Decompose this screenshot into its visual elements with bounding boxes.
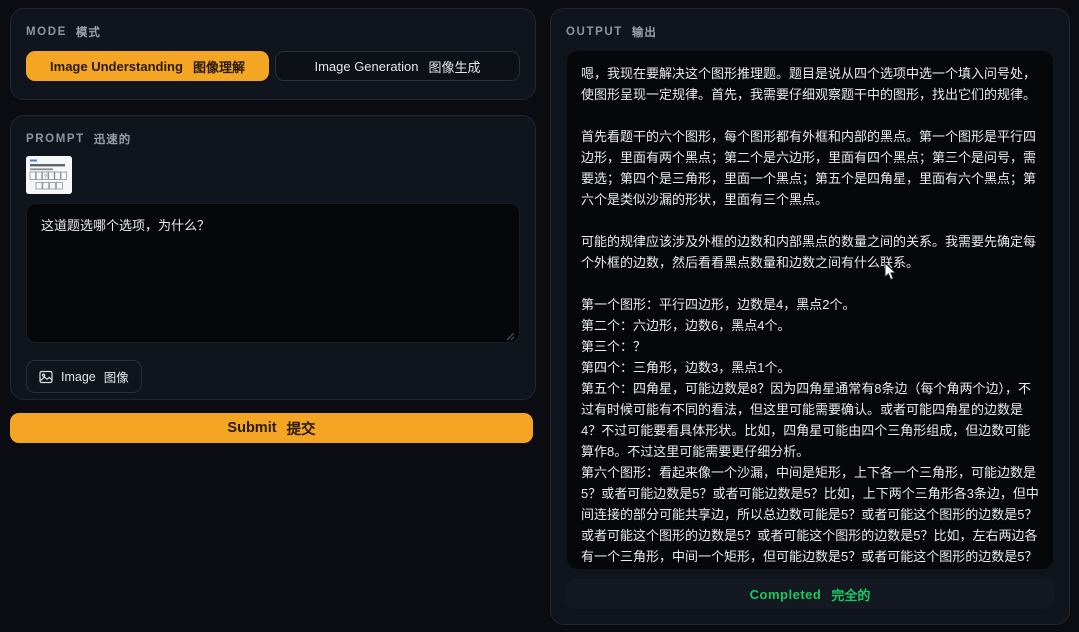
submit-label-en: Submit <box>227 420 276 436</box>
output-box[interactable]: 嗯，我现在要解决这个图形推理题。题目是说从四个选项中选一个填入问号处，使图形呈现… <box>566 50 1054 570</box>
tab-image-understanding-label-zh: 图像理解 <box>193 57 245 76</box>
prompt-input[interactable]: 这道题选哪个选项，为什么？ <box>26 203 520 343</box>
image-attach-button[interactable]: Image 图像 <box>26 360 142 393</box>
mode-tablist: Image Understanding 图像理解 Image Generatio… <box>26 51 520 81</box>
prompt-image-thumbnail[interactable]: ? <box>26 156 72 194</box>
mode-label-en: MODE <box>26 26 67 38</box>
output-text: 嗯，我现在要解决这个图形推理题。题目是说从四个选项中选一个填入问号处，使图形呈现… <box>581 63 1039 570</box>
mode-panel: MODE 模式 Image Understanding 图像理解 Image G… <box>10 8 536 100</box>
submit-button[interactable]: Submit 提交 <box>10 413 533 443</box>
tab-image-understanding[interactable]: Image Understanding 图像理解 <box>26 51 269 81</box>
tab-image-understanding-label-en: Image Understanding <box>50 59 183 74</box>
textarea-resize-handle[interactable] <box>506 332 515 341</box>
prompt-textarea-wrap: 这道题选哪个选项，为什么？ <box>26 194 520 348</box>
mode-label-zh: 模式 <box>76 24 101 40</box>
output-label: OUTPUT 输出 <box>566 24 1054 40</box>
status-label-zh: 完全的 <box>831 585 870 604</box>
prompt-panel: PROMPT 迅速的 ? 这道题选哪个选项，为什么？ <box>10 115 536 400</box>
image-icon <box>39 370 53 384</box>
tab-image-generation-label-zh: 图像生成 <box>429 57 481 76</box>
output-panel: OUTPUT 输出 嗯，我现在要解决这个图形推理题。题目是说从四个选项中选一个填… <box>550 8 1070 625</box>
status-bar: Completed 完全的 <box>566 579 1054 609</box>
svg-text:?: ? <box>44 174 47 180</box>
tab-image-generation[interactable]: Image Generation 图像生成 <box>275 51 520 81</box>
image-button-label-en: Image <box>61 370 96 384</box>
status-label-en: Completed <box>750 587 822 602</box>
tab-image-generation-label-en: Image Generation <box>314 59 418 74</box>
prompt-label-zh: 迅速的 <box>94 131 132 147</box>
output-label-zh: 输出 <box>632 24 657 40</box>
mode-label: MODE 模式 <box>26 24 520 40</box>
image-button-label-zh: 图像 <box>104 367 129 386</box>
prompt-label: PROMPT 迅速的 <box>26 131 520 147</box>
prompt-label-en: PROMPT <box>26 133 85 145</box>
output-label-en: OUTPUT <box>566 26 623 38</box>
submit-label-zh: 提交 <box>287 418 316 439</box>
